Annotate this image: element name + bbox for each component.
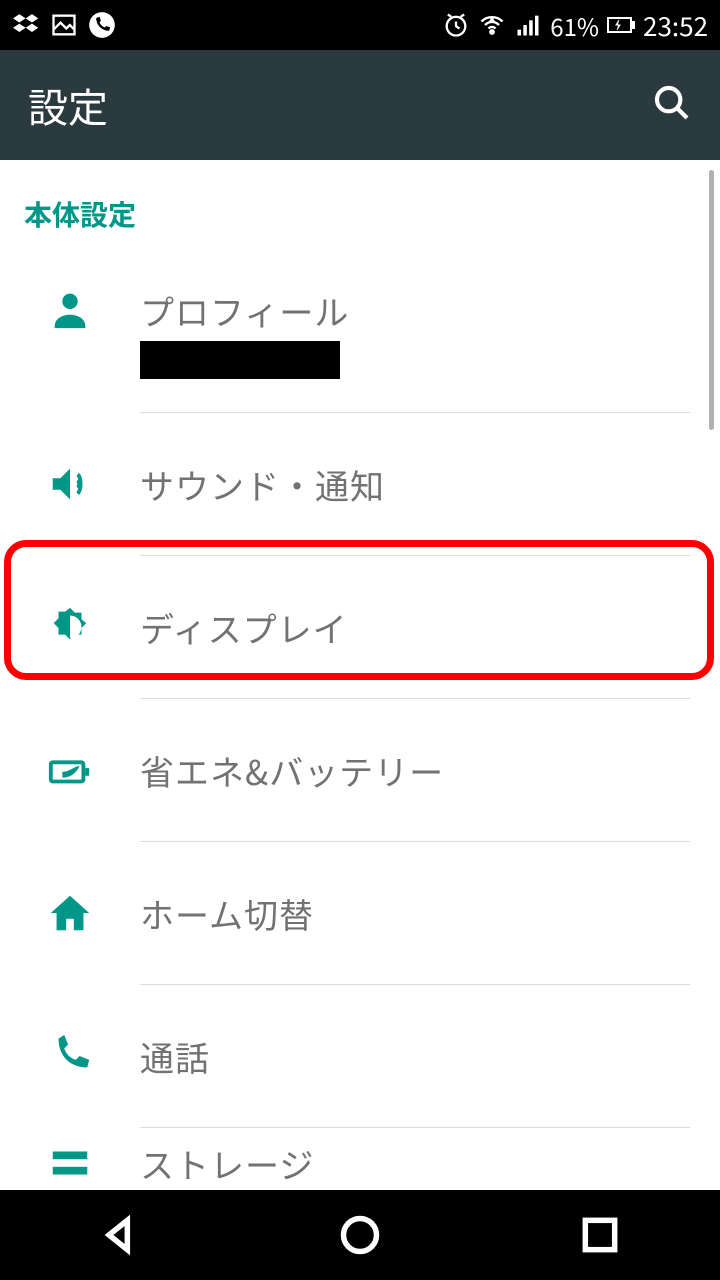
status-bar: 61% 23:52 bbox=[0, 0, 720, 50]
nav-back-button[interactable] bbox=[65, 1205, 175, 1265]
list-item-battery[interactable]: 省エネ&バッテリー bbox=[0, 699, 720, 841]
storage-icon bbox=[47, 1140, 93, 1186]
signal-icon bbox=[514, 11, 542, 39]
volume-icon bbox=[47, 461, 93, 507]
list-item-storage[interactable]: ストレージ bbox=[0, 1128, 720, 1178]
list-item-display[interactable]: ディスプレイ bbox=[0, 556, 720, 698]
dropbox-icon bbox=[12, 11, 40, 39]
image-icon bbox=[50, 11, 78, 39]
battery-percent: 61% bbox=[550, 8, 599, 43]
nav-recent-button[interactable] bbox=[545, 1205, 655, 1265]
settings-list: 本体設定 プロフィール サウンド・通知 ディスプレイ bbox=[0, 160, 720, 1190]
list-item-label: 省エネ&バッテリー bbox=[140, 746, 720, 795]
circle-icon bbox=[338, 1213, 382, 1257]
phone-icon bbox=[47, 1033, 93, 1079]
list-item-label: 通話 bbox=[140, 1032, 720, 1081]
list-item-label: サウンド・通知 bbox=[140, 460, 720, 509]
list-item-label: ホーム切替 bbox=[140, 889, 720, 938]
status-time: 23:52 bbox=[643, 7, 708, 44]
wifi-icon bbox=[478, 11, 506, 39]
app-bar: 設定 bbox=[0, 50, 720, 160]
list-item-call[interactable]: 通話 bbox=[0, 985, 720, 1127]
eco-battery-icon bbox=[47, 747, 93, 793]
nav-home-button[interactable] bbox=[305, 1205, 415, 1265]
brightness-icon bbox=[47, 604, 93, 650]
list-item-label: ストレージ bbox=[140, 1139, 720, 1188]
list-item-sound[interactable]: サウンド・通知 bbox=[0, 413, 720, 555]
navigation-bar bbox=[0, 1190, 720, 1280]
search-icon bbox=[652, 83, 692, 123]
search-button[interactable] bbox=[652, 83, 692, 128]
list-item-home[interactable]: ホーム切替 bbox=[0, 842, 720, 984]
list-item-label: ディスプレイ bbox=[140, 603, 720, 652]
home-icon bbox=[47, 890, 93, 936]
scroll-indicator bbox=[709, 170, 714, 430]
phone-circle-icon bbox=[88, 11, 116, 39]
person-icon bbox=[47, 286, 93, 332]
page-title: 設定 bbox=[28, 76, 108, 134]
list-item-label: プロフィール bbox=[140, 286, 720, 335]
profile-value-redacted bbox=[140, 341, 340, 379]
square-icon bbox=[578, 1213, 622, 1257]
alarm-icon bbox=[442, 11, 470, 39]
battery-charging-icon bbox=[607, 11, 635, 39]
section-header-device: 本体設定 bbox=[0, 160, 720, 252]
back-icon bbox=[98, 1213, 142, 1257]
list-item-profile[interactable]: プロフィール bbox=[0, 252, 720, 412]
